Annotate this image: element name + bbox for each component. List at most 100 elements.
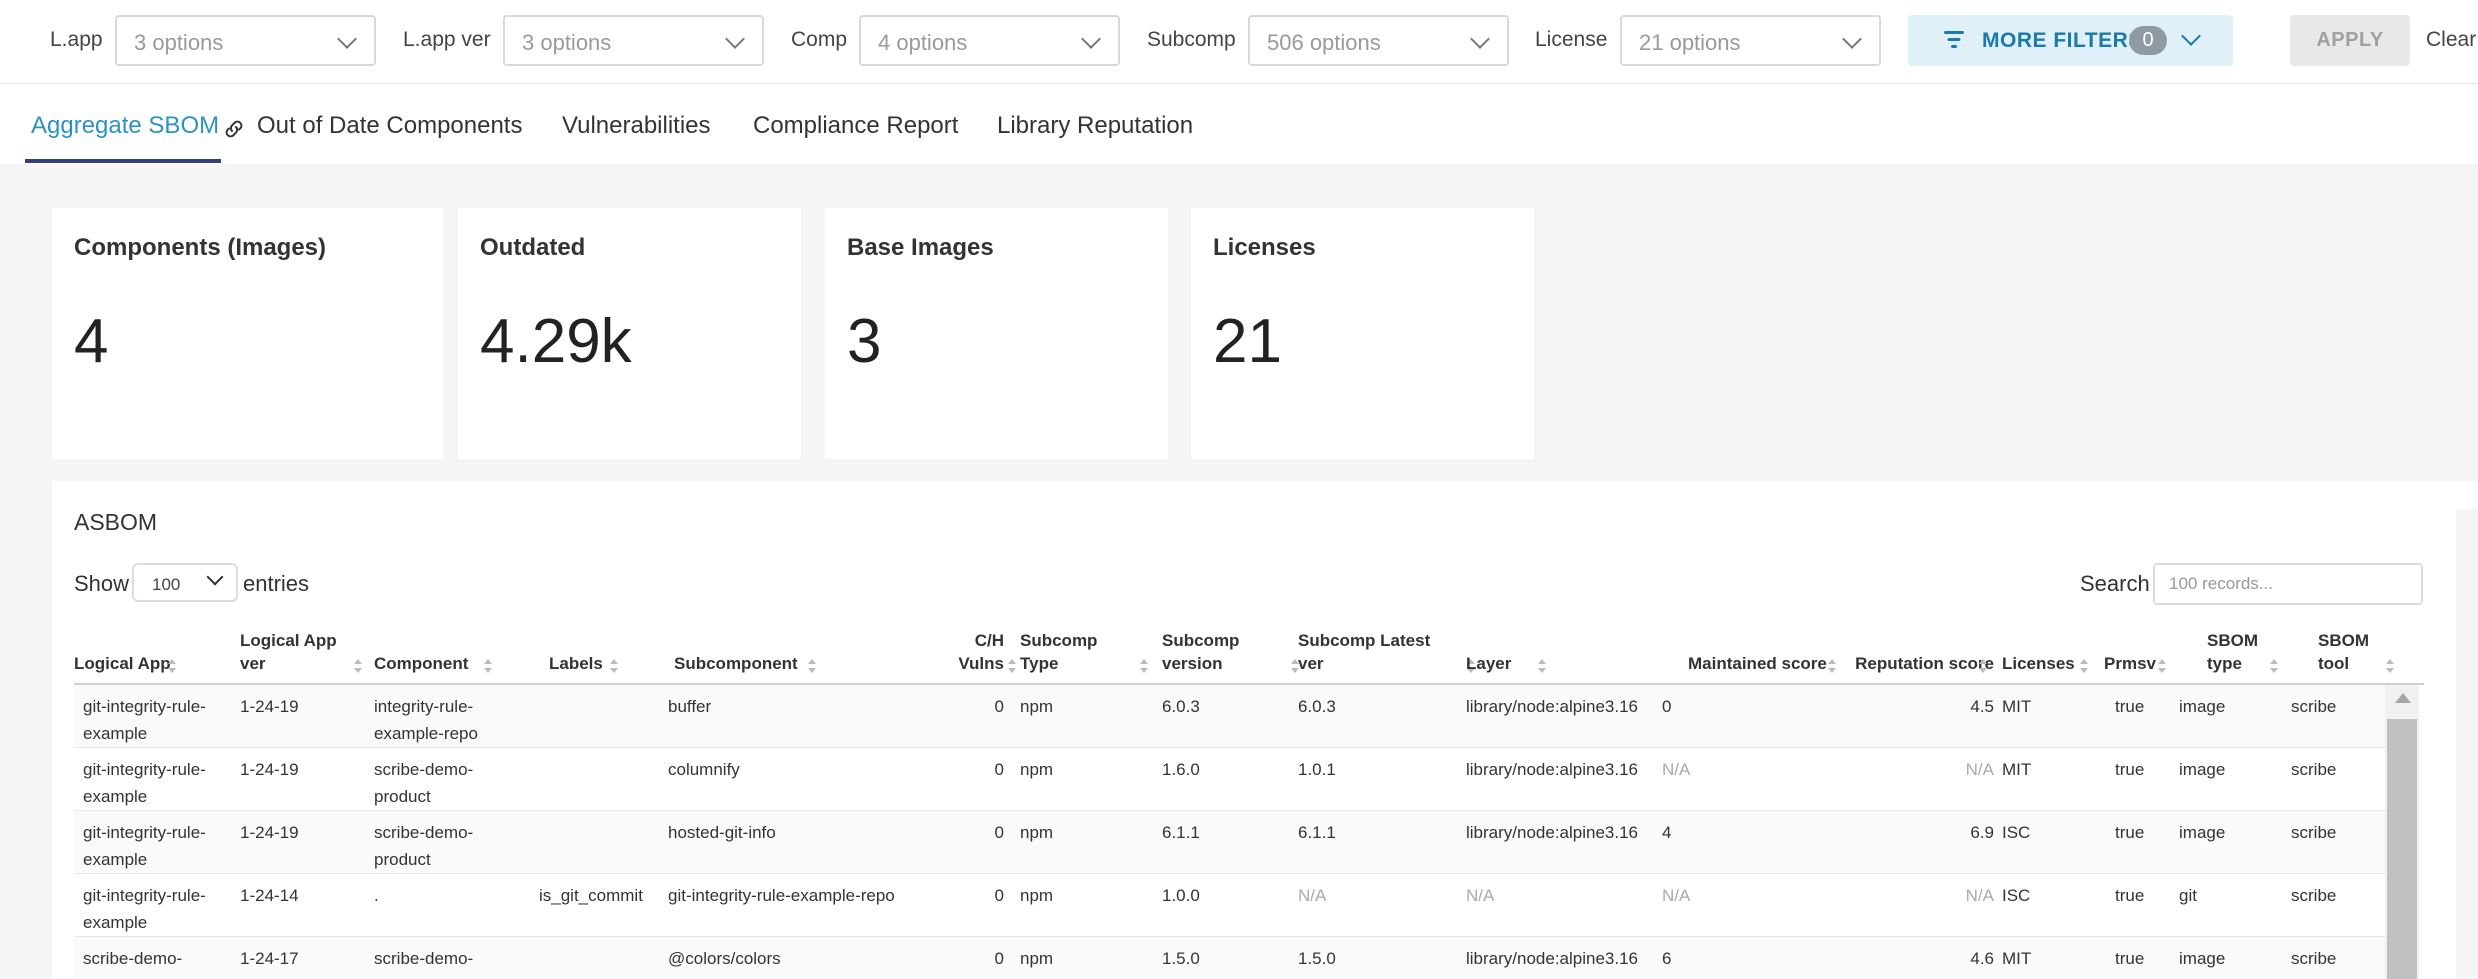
table-cell-licenses: MIT (2002, 697, 2032, 716)
sort-icon[interactable] (1538, 659, 1546, 673)
table-cell-licenses: MIT (2002, 760, 2032, 779)
scroll-up-arrow-icon[interactable] (2395, 693, 2411, 703)
table-cell-reputation-score: 4.5 (1970, 697, 1994, 716)
filter-select-license[interactable]: 21 options (1620, 15, 1881, 66)
table-cell-reputation-score: 4.6 (1970, 949, 1994, 968)
table-cell-c-h-vulns: 0 (994, 886, 1004, 905)
table-cell-maintained-score: 6 (1662, 949, 1672, 968)
column-header-sbom-tool[interactable]: SBOM tool (2318, 629, 2378, 675)
table-cell-c-h-vulns: 0 (994, 823, 1004, 842)
table-cell-subcomp-type: npm (1020, 886, 1054, 905)
filter-select-lapp-ver[interactable]: 3 options (503, 15, 764, 66)
table-row[interactable]: git-integrity-rule-example 1-24-19 integri… (74, 685, 2385, 748)
column-header-subcomp-version[interactable]: Subcomp version (1162, 629, 1302, 675)
tab-vulnerabilities[interactable]: Vulnerabilities (562, 112, 711, 140)
table-cell-maintained-score: 0 (1662, 697, 1672, 716)
tab-compliance-report[interactable]: Compliance Report (753, 112, 958, 140)
filter-bar: L.app 3 options L.app ver 3 options Comp… (0, 0, 2478, 84)
sort-icon[interactable] (1979, 659, 1987, 673)
table-cell-maintained-score: N/A (1662, 886, 1691, 905)
table-header: Logical App Logical App ver Component Label… (74, 626, 2424, 685)
sort-icon[interactable] (1008, 659, 1016, 673)
column-header-sbom-type[interactable]: SBOM type (2207, 629, 2267, 675)
column-header-logical-app[interactable]: Logical App (74, 652, 224, 675)
table-cell-sbom-type: image (2179, 949, 2226, 968)
column-header-labels[interactable]: Labels (549, 652, 669, 675)
chevron-down-icon (725, 29, 745, 49)
tab-aggregate-sbom[interactable]: Aggregate SBOM (31, 112, 219, 140)
filter-select-subcomp[interactable]: 506 options (1248, 15, 1509, 66)
asbom-panel: ASBOM Show 100 entries Search Logical Ap… (52, 481, 2456, 979)
table-cell-logical-app: git-integrity-rule-example (83, 823, 206, 869)
column-header-layer[interactable]: Layer (1466, 652, 1656, 675)
column-header-licenses[interactable]: Licenses (2002, 652, 2082, 675)
sort-icon[interactable] (1828, 659, 1836, 673)
stat-card-base-images: Base Images 3 (825, 208, 1168, 459)
link-icon[interactable] (222, 117, 246, 141)
sort-icon[interactable] (2386, 659, 2394, 673)
filter-select-comp[interactable]: 4 options (859, 15, 1120, 66)
table-row[interactable]: git-integrity-rule-example 1-24-19 scribe-… (74, 811, 2385, 874)
table-cell-logical-app: git-integrity-rule-example (83, 760, 206, 806)
scrollbar-thumb[interactable] (2387, 719, 2417, 979)
table-cell-reputation-score: N/A (1965, 760, 1994, 779)
sort-icon[interactable] (168, 659, 176, 673)
table-cell-logical-app-ver: 1-24-19 (240, 760, 299, 779)
card-title: Components (Images) (74, 234, 327, 261)
sort-icon[interactable] (2270, 659, 2278, 673)
table-cell-sbom-type: git (2179, 886, 2197, 905)
sort-icon[interactable] (2158, 659, 2166, 673)
sort-icon[interactable] (1140, 659, 1148, 673)
chevron-down-icon (1081, 29, 1101, 49)
card-value: 4.29k (480, 307, 632, 376)
panel-title: ASBOM (74, 509, 158, 535)
table-row[interactable]: scribe-demo-product 1-24-17 scribe-demo-pr… (74, 937, 2385, 979)
table-cell-prmsv: true (2115, 760, 2145, 779)
search-input[interactable] (2153, 563, 2423, 605)
column-header-subcomp-latest-ver[interactable]: Subcomp Latest ver (1298, 629, 1448, 675)
sort-icon[interactable] (2080, 659, 2088, 673)
table-cell-reputation-score: N/A (1965, 886, 1994, 905)
table-cell-sbom-tool: scribe (2291, 886, 2337, 905)
card-title: Base Images (847, 234, 994, 261)
table-cell-subcomp-version: 1.6.0 (1162, 760, 1200, 779)
active-tab-indicator (25, 159, 221, 163)
table-cell-subcomp-latest-ver: N/A (1298, 886, 1327, 905)
sort-icon[interactable] (484, 659, 492, 673)
table-cell-layer: library/node:alpine3.16 (1466, 697, 1639, 716)
filter-label-subcomp: Subcomp (1147, 28, 1236, 51)
tab-out-of-date-components[interactable]: Out of Date Components (257, 112, 522, 140)
table-cell-subcomp-version: 6.1.1 (1162, 823, 1200, 842)
table-cell-layer: library/node:alpine3.16 (1466, 949, 1639, 968)
vertical-scrollbar[interactable] (2385, 685, 2419, 979)
column-header-c-h-vulns[interactable]: C/H Vulns (934, 629, 1004, 675)
more-filters-button[interactable]: MORE FILTERS 0 (1908, 15, 2233, 66)
column-header-subcomponent[interactable]: Subcomponent (674, 652, 934, 675)
chevron-down-icon (1470, 29, 1490, 49)
table-cell-subcomp-latest-ver: 1.5.0 (1298, 949, 1336, 968)
sort-icon[interactable] (610, 659, 618, 673)
column-header-logical-app-ver[interactable]: Logical App ver (240, 629, 360, 675)
sort-icon[interactable] (354, 659, 362, 673)
entries-per-page-value: 100 (152, 575, 181, 594)
table-row[interactable]: git-integrity-rule-example 1-24-14. is_git… (74, 874, 2385, 937)
sort-icon[interactable] (808, 659, 816, 673)
clear-button[interactable]: Clear (2426, 28, 2476, 52)
entries-per-page-select[interactable]: 100 (132, 563, 238, 602)
filter-select-lapp[interactable]: 3 options (115, 15, 376, 66)
tab-library-reputation[interactable]: Library Reputation (997, 112, 1193, 140)
table-cell-component: integrity-rule-example-repo (374, 697, 478, 743)
column-header-component[interactable]: Component (374, 652, 534, 675)
table-cell-sbom-tool: scribe (2291, 760, 2337, 779)
column-header-maintained-score[interactable]: Maintained score (1688, 652, 1838, 675)
table-cell-subcomp-type: npm (1020, 760, 1054, 779)
table-cell-subcomp-version: 1.5.0 (1162, 949, 1200, 968)
column-header-subcomp-type[interactable]: Subcomp Type (1020, 629, 1140, 675)
column-header-reputation-score[interactable]: Reputation score (1844, 652, 1994, 675)
table-cell-maintained-score: 4 (1662, 823, 1672, 842)
apply-button[interactable]: APPLY (2290, 15, 2410, 66)
table-cell-layer: library/node:alpine3.16 (1466, 823, 1639, 842)
table-row[interactable]: git-integrity-rule-example 1-24-19 scribe-… (74, 748, 2385, 811)
stat-card-components: Components (Images) 4 (52, 208, 443, 459)
chevron-down-icon (1842, 29, 1862, 49)
